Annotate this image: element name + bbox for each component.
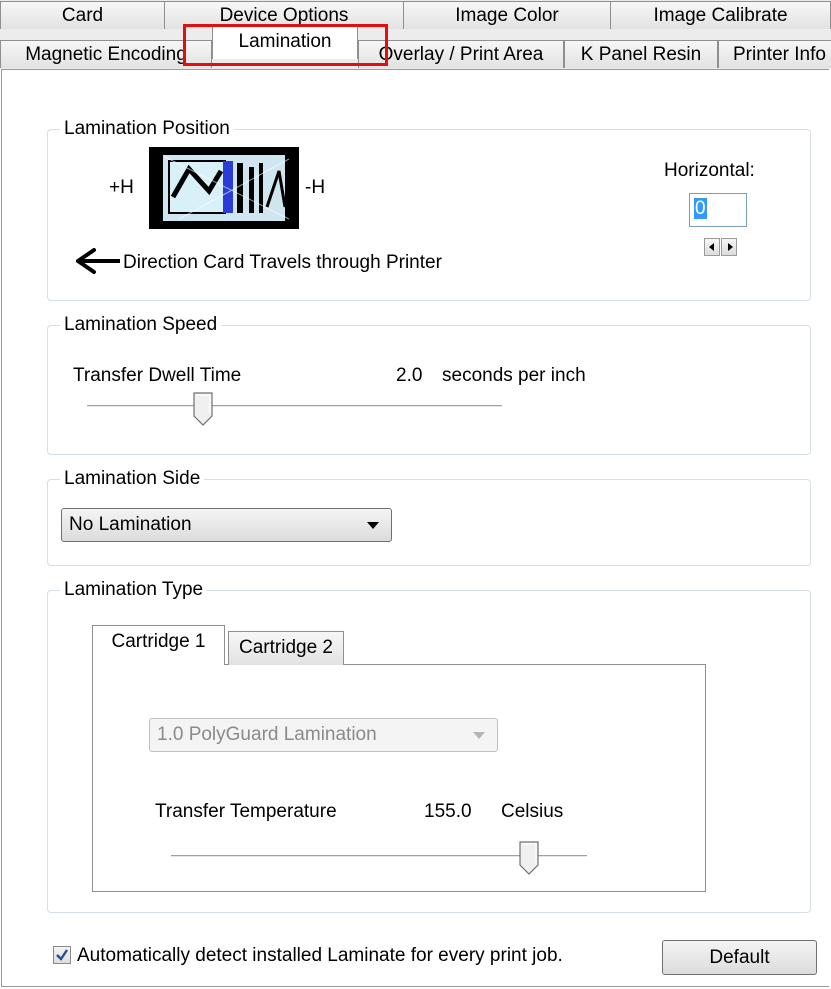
- auto-detect-checkbox[interactable]: [53, 946, 71, 964]
- default-button[interactable]: Default: [662, 940, 817, 975]
- spin-right-icon[interactable]: [721, 238, 737, 256]
- tab-row-1: Card Device Options Image Color Image Ca…: [0, 0, 831, 29]
- card-preview-icon: [149, 147, 299, 229]
- auto-detect-label: Automatically detect installed Laminate …: [77, 945, 563, 966]
- direction-label: Direction Card Travels through Printer: [123, 252, 442, 273]
- tab-card[interactable]: Card: [0, 1, 165, 29]
- left-arrow-icon: [76, 248, 120, 274]
- transfer-temperature-label: Transfer Temperature: [155, 801, 337, 822]
- group-title: Lamination Position: [60, 116, 234, 142]
- tab-image-color[interactable]: Image Color: [403, 1, 611, 29]
- tab-k-panel-resin[interactable]: K Panel Resin: [564, 40, 718, 68]
- transfer-temperature-slider[interactable]: [519, 841, 539, 875]
- transfer-temperature-value: 155.0: [424, 801, 472, 822]
- tab-overlay-print-area[interactable]: Overlay / Print Area: [358, 40, 564, 68]
- highlight-box: [183, 24, 388, 66]
- lamination-cartridge-select[interactable]: 1.0 PolyGuard Lamination: [149, 718, 498, 752]
- dwell-time-label: Transfer Dwell Time: [73, 365, 242, 386]
- horizontal-label: Horizontal:: [664, 160, 755, 181]
- lamination-side-value: No Lamination: [69, 514, 192, 535]
- spin-left-icon[interactable]: [704, 238, 720, 256]
- transfer-temperature-unit: Celsius: [501, 801, 564, 822]
- chevron-down-icon: [367, 522, 379, 529]
- tab-cartridge-2[interactable]: Cartridge 2: [228, 631, 344, 665]
- group-title: Lamination Type: [60, 577, 208, 603]
- minus-h-label: -H: [305, 177, 326, 198]
- tab-magnetic-encoding[interactable]: Magnetic Encoding: [0, 40, 212, 68]
- horizontal-spinner[interactable]: [704, 238, 738, 256]
- tab-cartridge-1[interactable]: Cartridge 1: [92, 625, 225, 665]
- group-title: Lamination Speed: [60, 312, 222, 338]
- tab-row-2: Magnetic Encoding Lamination Overlay / P…: [0, 26, 831, 69]
- lamination-speed-group: Lamination Speed: [47, 312, 811, 455]
- dwell-time-unit: seconds per inch: [442, 365, 586, 386]
- tab-printer-info[interactable]: Printer Info: [718, 40, 831, 68]
- horizontal-input[interactable]: 0: [689, 193, 747, 227]
- dwell-time-value: 2.0: [396, 365, 423, 386]
- chevron-down-icon: [473, 732, 485, 739]
- checkmark-icon: [56, 949, 68, 961]
- lamination-cartridge-value: 1.0 PolyGuard Lamination: [157, 724, 377, 745]
- dwell-time-slider[interactable]: [193, 392, 213, 426]
- plus-h-label: +H: [109, 177, 134, 198]
- dwell-time-track: [87, 405, 502, 408]
- horizontal-value: 0: [694, 198, 707, 219]
- lamination-side-select[interactable]: No Lamination: [61, 508, 392, 542]
- tab-image-calibrate[interactable]: Image Calibrate: [610, 1, 831, 29]
- group-title: Lamination Side: [60, 466, 205, 492]
